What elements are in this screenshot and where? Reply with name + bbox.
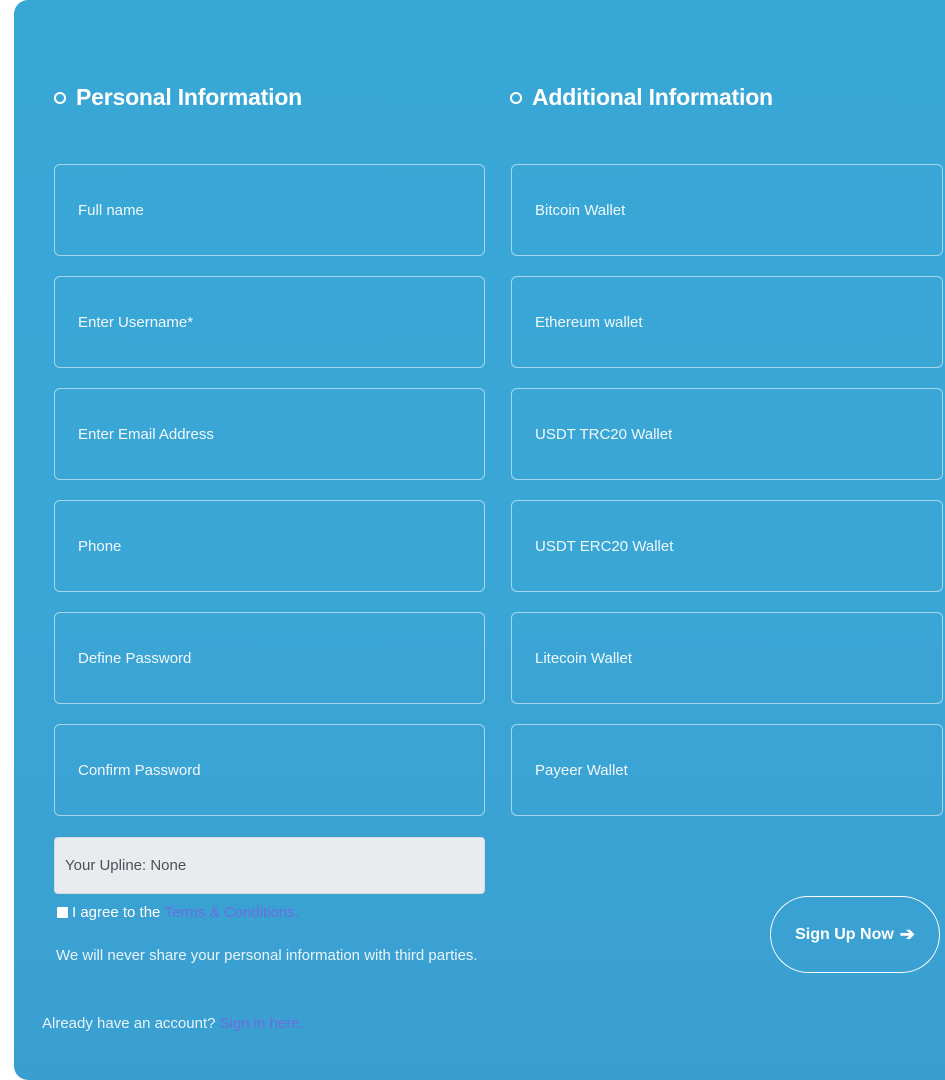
- terms-prefix: I agree to the: [72, 904, 165, 921]
- arrow-right-icon: ➔: [899, 924, 915, 944]
- personal-info-heading: Personal Information: [54, 84, 302, 111]
- sign-up-button[interactable]: Sign Up Now ➔: [770, 896, 940, 973]
- additional-info-title: Additional Information: [532, 84, 773, 110]
- registration-panel: Personal Information Additional Informat…: [14, 0, 945, 1080]
- terms-link[interactable]: Terms & Conditions.: [165, 904, 299, 921]
- phone-input[interactable]: [54, 500, 485, 592]
- confirm-password-input[interactable]: [54, 724, 485, 816]
- usdt-erc20-wallet-input[interactable]: [511, 500, 943, 592]
- circle-bullet-icon: [54, 91, 66, 104]
- signin-link[interactable]: Sign in here.: [220, 1015, 304, 1032]
- litecoin-wallet-input[interactable]: [511, 612, 943, 704]
- upline-field: [54, 837, 485, 894]
- full-name-input[interactable]: [54, 164, 485, 256]
- password-input[interactable]: [54, 612, 485, 704]
- username-input[interactable]: [54, 276, 485, 368]
- signin-prefix: Already have an account?: [42, 1015, 220, 1032]
- signin-prompt: Already have an account? Sign in here.: [42, 1015, 304, 1032]
- payeer-wallet-input[interactable]: [511, 724, 943, 816]
- terms-checkbox[interactable]: [57, 907, 68, 918]
- personal-info-title: Personal Information: [76, 84, 303, 110]
- circle-bullet-icon: [510, 91, 522, 104]
- email-input[interactable]: [54, 388, 485, 480]
- additional-info-heading: Additional Information: [510, 84, 773, 111]
- bitcoin-wallet-input[interactable]: [511, 164, 943, 256]
- privacy-note: We will never share your personal inform…: [56, 947, 478, 964]
- usdt-trc20-wallet-input[interactable]: [511, 388, 943, 480]
- terms-agreement: I agree to the Terms & Conditions.: [57, 904, 299, 921]
- ethereum-wallet-input[interactable]: [511, 276, 943, 368]
- sign-up-label: Sign Up Now: [795, 925, 894, 943]
